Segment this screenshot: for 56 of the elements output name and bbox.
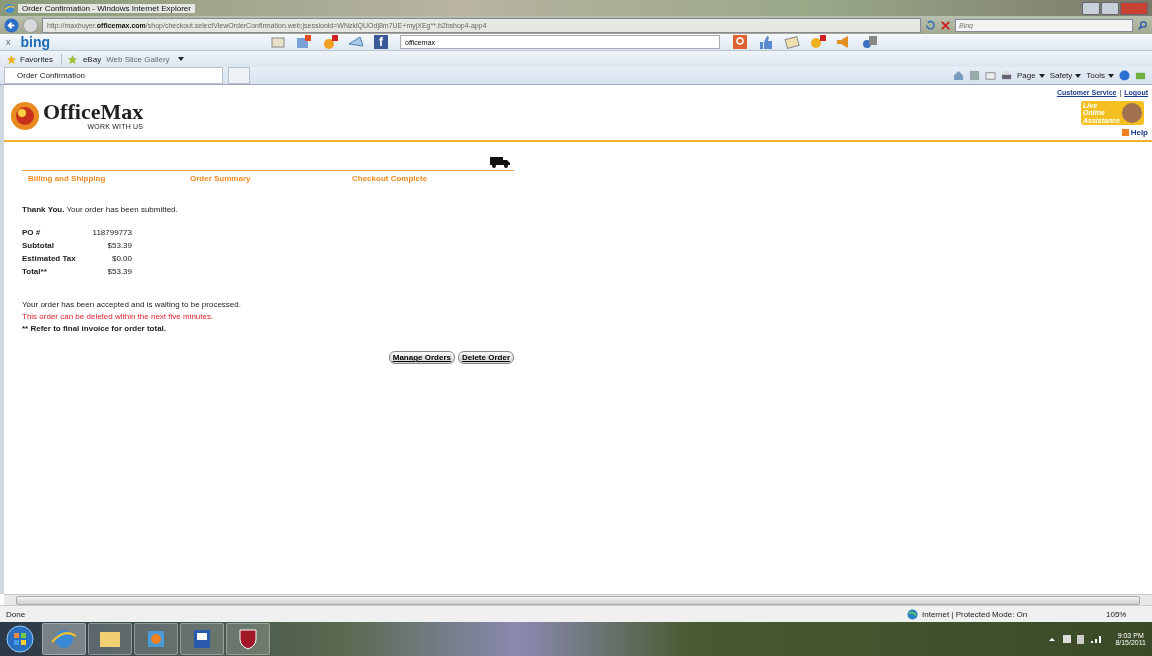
status-text: Done (6, 609, 26, 619)
command-menu[interactable]: Tools (1086, 71, 1114, 80)
favorite-link[interactable]: Web Slice Gallery (106, 54, 170, 64)
summary-value: 118799773 (91, 228, 132, 238)
refresh-icon[interactable] (925, 19, 936, 31)
checkout-step: Order Summary (190, 174, 352, 184)
caret-icon (1075, 73, 1082, 78)
window-controls[interactable] (1082, 1, 1148, 15)
summary-label: Subtotal (22, 241, 55, 251)
summary-label: PO # (22, 228, 42, 238)
globe-icon (907, 608, 918, 620)
order-message: ** Refer to final invoice for order total. (22, 324, 168, 334)
star-icon (6, 53, 17, 65)
facebook-icon[interactable]: f (374, 35, 389, 49)
favorites-button[interactable]: Favorites (6, 53, 62, 65)
close-icon[interactable] (940, 19, 951, 31)
summary-value: $0.00 (110, 254, 132, 264)
close-button[interactable]: x (6, 37, 11, 47)
command-menu[interactable]: Page (1016, 71, 1045, 80)
browser-icon (4, 2, 15, 14)
horizontal-scrollbar[interactable] (4, 594, 1152, 605)
zoom-level[interactable]: 105% (1106, 609, 1146, 619)
summary-value: $53.39 (106, 241, 132, 251)
logo-icon (10, 101, 40, 131)
confirmation-message: Thank You. Your order has been submitted. (22, 205, 179, 215)
checkout-step: Checkout Complete (352, 174, 514, 184)
home-icon[interactable] (952, 70, 964, 81)
search-icon[interactable] (732, 34, 749, 50)
caret-icon (1108, 73, 1114, 78)
thumbs-up-icon[interactable] (758, 34, 775, 50)
summary-label: Estimated Tax (22, 254, 77, 264)
caret-icon (1038, 73, 1045, 78)
back-button[interactable] (4, 17, 19, 33)
truck-icon (490, 156, 510, 169)
bing-logo: bing (20, 35, 51, 49)
printer-icon[interactable] (1000, 70, 1012, 81)
summary-label: Total** (22, 267, 48, 277)
order-button[interactable]: Delete Order (457, 351, 514, 365)
add-favorite-icon[interactable] (66, 53, 78, 65)
favorite-link[interactable]: eBay (82, 54, 102, 64)
security-zone: Internet | Protected Mode: On (922, 609, 1029, 619)
order-button[interactable]: Manage Orders (388, 351, 455, 365)
logo-wordmark: OfficeMax (43, 101, 144, 124)
summary-value: $53.39 (106, 267, 132, 277)
search-icon[interactable] (1137, 19, 1148, 31)
order-message: Your order has been accepted and is waiting to be processed. (22, 300, 242, 310)
shield-taskbar-icon[interactable] (226, 623, 270, 655)
document-taskbar-icon[interactable] (180, 623, 224, 655)
command-menu[interactable]: Safety (1049, 71, 1082, 80)
checkout-step: Billing and Shipping (28, 174, 190, 184)
folder-taskbar-icon[interactable] (88, 623, 132, 655)
order-message: This order can be deleted within the next five minutes. (22, 312, 215, 322)
window-title: Order Confirmation - Windows Internet Explorer (18, 3, 195, 13)
help-link[interactable]: Help (1121, 128, 1148, 138)
browser-tab[interactable]: Order Confirmation (4, 67, 223, 84)
caret-icon[interactable] (177, 57, 184, 61)
